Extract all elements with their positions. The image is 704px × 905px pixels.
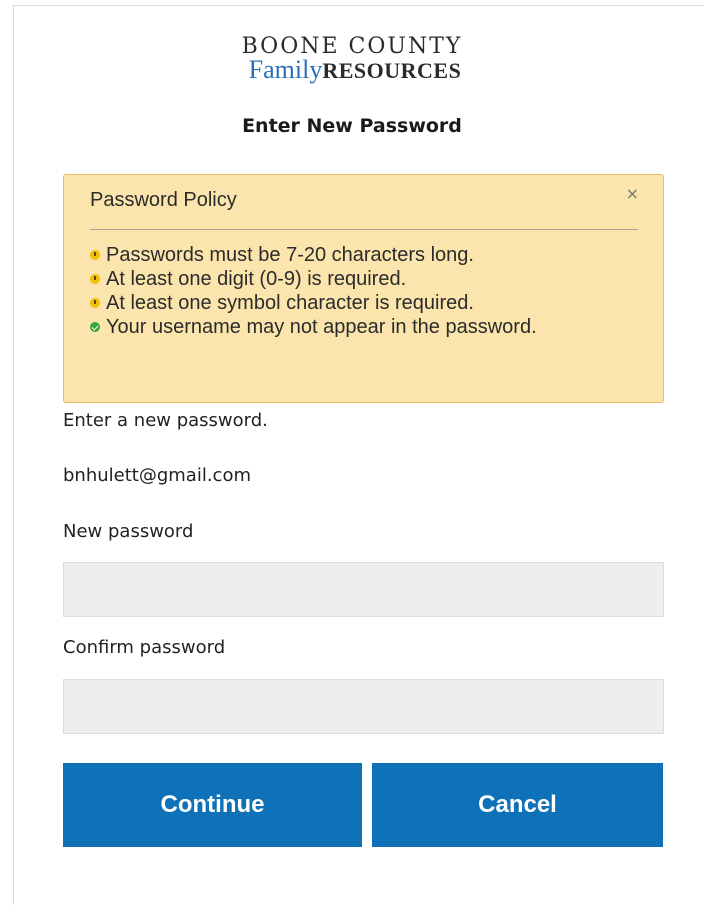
cancel-button[interactable]: Cancel <box>372 763 663 847</box>
policy-rule: At least one symbol character is require… <box>90 291 650 315</box>
policy-rule: Passwords must be 7-20 characters long. <box>90 243 650 267</box>
policy-title: Password Policy <box>90 189 237 211</box>
page-title: Enter New Password <box>242 115 462 137</box>
username-text: bnhulett@gmail.com <box>63 465 251 486</box>
close-icon[interactable]: × <box>626 184 639 203</box>
warning-icon <box>90 250 100 260</box>
confirm-password-input[interactable] <box>63 679 664 734</box>
logo-resources-text: RESOURCES <box>322 58 462 83</box>
logo-family-text: Family <box>248 55 323 84</box>
warning-icon <box>90 274 100 284</box>
confirm-password-label: Confirm password <box>63 637 226 658</box>
brand-logo: BOONE COUNTY FamilyRESOURCES <box>0 36 704 86</box>
logo-family-resources: FamilyRESOURCES <box>6 55 704 86</box>
warning-icon <box>90 298 100 308</box>
password-policy-alert: Password Policy × Passwords must be 7-20… <box>63 174 664 403</box>
continue-button[interactable]: Continue <box>63 763 362 847</box>
policy-rule-text: At least one symbol character is require… <box>106 292 474 314</box>
instruction-text: Enter a new password. <box>63 410 268 431</box>
new-password-input[interactable] <box>63 562 664 617</box>
policy-rule-list: Passwords must be 7-20 characters long. … <box>90 243 650 339</box>
policy-divider <box>90 229 638 230</box>
policy-rule-text: Your username may not appear in the pass… <box>106 316 537 338</box>
logo-county-text: BOONE COUNTY <box>241 34 463 59</box>
policy-rule: Your username may not appear in the pass… <box>90 315 650 339</box>
policy-rule-text: At least one digit (0-9) is required. <box>106 268 407 290</box>
policy-rule-text: Passwords must be 7-20 characters long. <box>106 244 474 266</box>
new-password-label: New password <box>63 521 194 542</box>
policy-rule: At least one digit (0-9) is required. <box>90 267 650 291</box>
check-icon <box>90 322 100 332</box>
